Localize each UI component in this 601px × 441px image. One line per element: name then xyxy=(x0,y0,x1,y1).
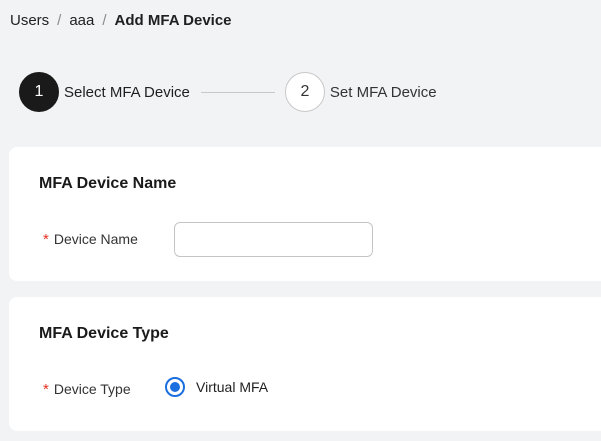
radio-dot xyxy=(170,382,180,392)
step-number-2: 2 xyxy=(284,72,325,112)
required-asterisk: * xyxy=(43,380,49,398)
mfa-device-type-card: MFA Device Type * Device Type Virtual MF… xyxy=(9,297,601,431)
section-title-device-name: MFA Device Name xyxy=(39,175,177,192)
radio-button-selected[interactable] xyxy=(165,377,185,397)
wizard-steps: 1 Select MFA Device 2 Set MFA Device xyxy=(19,72,437,112)
device-name-label: Device Name xyxy=(53,231,138,247)
required-asterisk: * xyxy=(43,230,49,248)
breadcrumb-link-users[interactable]: Users xyxy=(10,11,49,31)
step-number-1: 1 xyxy=(19,72,59,112)
section-title-device-type: MFA Device Type xyxy=(39,325,169,342)
breadcrumb-separator: / xyxy=(57,12,62,29)
device-name-row: * Device Name xyxy=(43,222,138,256)
step-label-2: Set MFA Device xyxy=(329,83,437,101)
breadcrumb-current-page: Add MFA Device xyxy=(114,12,232,29)
breadcrumb-link-user[interactable]: aaa xyxy=(69,11,94,31)
radio-label-virtual-mfa: Virtual MFA xyxy=(196,379,269,395)
device-type-row: * Device Type xyxy=(43,377,131,401)
step-set-mfa-device: 2 Set MFA Device xyxy=(284,72,437,112)
step-connector xyxy=(200,91,275,93)
breadcrumb: Users / aaa / Add MFA Device xyxy=(10,11,232,31)
device-type-label: Device Type xyxy=(53,381,131,397)
step-label-1: Select MFA Device xyxy=(64,83,190,101)
radio-virtual-mfa[interactable]: Virtual MFA xyxy=(165,377,268,397)
breadcrumb-separator: / xyxy=(102,12,107,29)
mfa-device-name-card: MFA Device Name * Device Name xyxy=(9,147,601,281)
device-name-input[interactable] xyxy=(174,222,373,257)
step-select-mfa-device: 1 Select MFA Device xyxy=(19,72,190,112)
